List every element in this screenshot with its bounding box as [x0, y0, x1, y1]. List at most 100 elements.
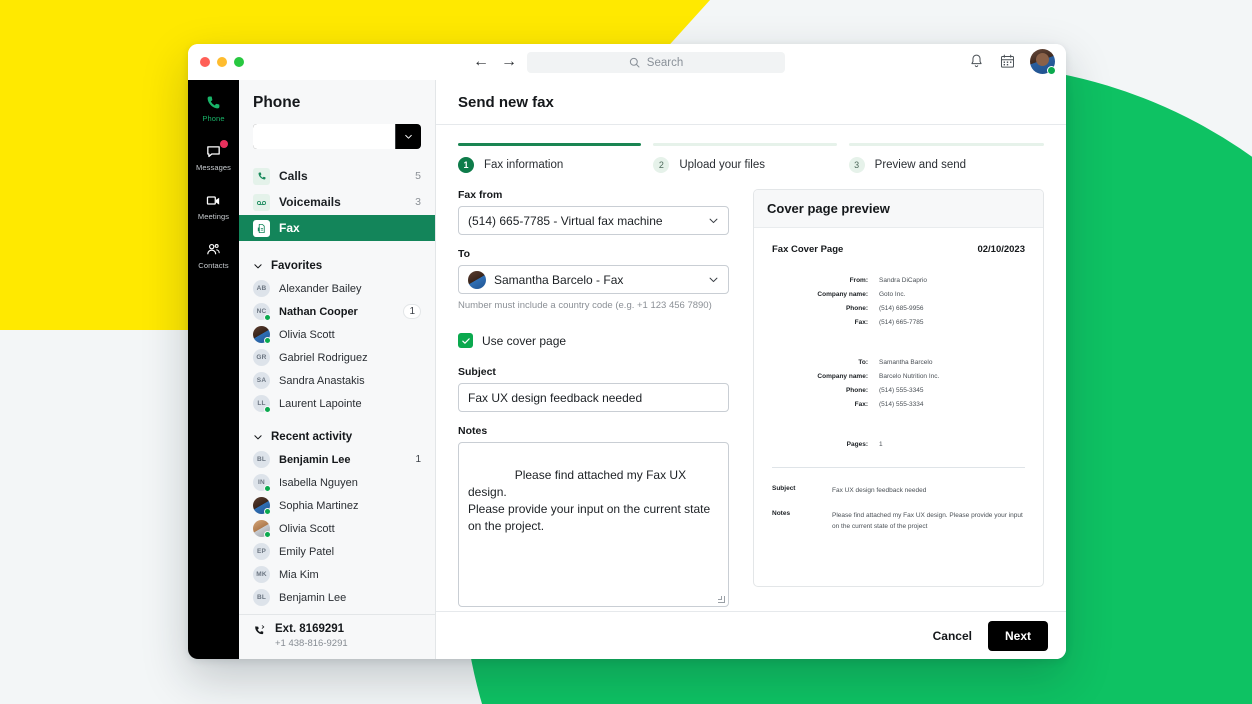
maximize-window-button[interactable]: [234, 57, 244, 67]
list-item[interactable]: Olivia Scott: [239, 517, 435, 540]
list-item[interactable]: Sophia Martinez: [239, 494, 435, 517]
video-icon: [205, 192, 222, 209]
phone-forward-icon: [253, 624, 266, 637]
extension-label: Ext. 8169291: [275, 623, 348, 635]
group-title-recent-activity: Recent activity: [271, 431, 352, 443]
list-item[interactable]: BL Benjamin Lee 1: [239, 448, 435, 471]
titlebar: ← → Search: [188, 44, 1066, 80]
avatar-initials: MK: [256, 571, 267, 578]
preview-key: Company name:: [772, 373, 868, 380]
preview-key: Phone:: [772, 305, 868, 312]
next-button[interactable]: Next: [988, 621, 1048, 651]
avatar[interactable]: [1030, 49, 1055, 74]
rail-label-messages: Messages: [196, 163, 231, 172]
list-item[interactable]: IN Isabella Nguyen: [239, 471, 435, 494]
list-item[interactable]: MK Mia Kim: [239, 563, 435, 586]
preview-subject-value: Fax UX design feedback needed: [832, 485, 1025, 496]
sidebar-item-fax[interactable]: Fax: [239, 215, 435, 241]
preview-value: Barcelo Nutrition Inc.: [879, 373, 1025, 380]
rail-label-meetings: Meetings: [198, 212, 229, 221]
main-panel: Send new fax 1 Fax information 2: [436, 80, 1066, 659]
list-item[interactable]: EP Emily Patel: [239, 540, 435, 563]
arrow-right-icon[interactable]: →: [501, 53, 517, 71]
contact-name: Gabriel Rodriguez: [279, 352, 368, 364]
preview-notes-key: Notes: [772, 510, 824, 532]
preview-doc-head: Fax Cover Page 02/10/2023: [772, 244, 1025, 255]
close-window-button[interactable]: [200, 57, 210, 67]
step-1-bar: [458, 143, 641, 146]
use-cover-page-checkbox[interactable]: [458, 333, 473, 348]
window-controls[interactable]: [200, 57, 244, 67]
sidebar-count-voicemails: 3: [415, 196, 421, 208]
rail-item-messages[interactable]: Messages: [188, 143, 239, 172]
contacts-scroll-area[interactable]: Favorites AB Alexander Bailey NC Nathan …: [239, 247, 435, 614]
preview-value: (514) 555-3345: [879, 387, 1025, 394]
preview-body: Fax Cover Page 02/10/2023 From: Sandra D…: [754, 228, 1043, 586]
contact-name: Olivia Scott: [279, 523, 335, 535]
contact-name: Isabella Nguyen: [279, 477, 358, 489]
preview-card: Cover page preview Fax Cover Page 02/10/…: [753, 189, 1044, 587]
sidebar-item-voicemails[interactable]: Voicemails 3: [239, 189, 435, 215]
preview-key: From:: [772, 277, 868, 284]
sidebar-item-calls[interactable]: Calls 5: [239, 163, 435, 189]
contact-name: Nathan Cooper: [279, 306, 358, 318]
fax-from-select[interactable]: (514) 665-7785 - Virtual fax machine: [458, 206, 729, 235]
to-select[interactable]: Samantha Barcelo - Fax: [458, 265, 729, 294]
to-helper-text: Number must include a country code (e.g.…: [458, 300, 729, 311]
sidebar-title: Phone: [239, 80, 435, 124]
avatar: SA: [253, 372, 270, 389]
subject-input[interactable]: Fax UX design feedback needed: [458, 383, 729, 412]
extension-footer[interactable]: Ext. 8169291 +1 438-816-9291: [239, 614, 435, 659]
step-1[interactable]: 1 Fax information: [458, 143, 653, 173]
avatar-initials: BL: [257, 456, 266, 463]
dial-dropdown-button[interactable]: [395, 124, 421, 149]
step-2-bar: [653, 143, 836, 146]
avatar-initials: BL: [257, 594, 266, 601]
preview-subject-key: Subject: [772, 485, 824, 496]
list-item[interactable]: GR Gabriel Rodriguez: [239, 346, 435, 369]
chevron-down-icon: [404, 132, 413, 141]
preview-divider: [772, 467, 1025, 468]
cancel-button[interactable]: Cancel: [933, 629, 972, 643]
nav-arrows[interactable]: ← →: [473, 53, 517, 71]
resize-handle-icon[interactable]: [718, 596, 725, 603]
check-icon: [461, 336, 471, 346]
list-item[interactable]: AB Alexander Bailey: [239, 277, 435, 300]
rail-item-meetings[interactable]: Meetings: [188, 192, 239, 221]
dial-button[interactable]: Dial: [253, 124, 421, 149]
group-header-recent-activity[interactable]: Recent activity: [239, 424, 435, 448]
step-3-label: Preview and send: [875, 159, 966, 171]
bell-icon[interactable]: [968, 53, 985, 70]
fax-icon: [253, 220, 270, 237]
use-cover-page-row[interactable]: Use cover page: [458, 333, 729, 348]
rail-item-phone[interactable]: Phone: [188, 94, 239, 123]
dial-button-main[interactable]: Dial: [253, 124, 395, 149]
notes-textarea[interactable]: Please find attached my Fax UX design. P…: [458, 442, 729, 607]
presence-indicator: [264, 485, 271, 492]
group-header-favorites[interactable]: Favorites: [239, 253, 435, 277]
calendar-icon[interactable]: [999, 53, 1016, 70]
minimize-window-button[interactable]: [217, 57, 227, 67]
avatar-initials: EP: [257, 548, 266, 555]
list-item[interactable]: BL Benjamin Lee: [239, 586, 435, 609]
avatar: LL: [253, 395, 270, 412]
search-input[interactable]: Search: [527, 52, 785, 73]
list-item[interactable]: LL Laurent Lapointe: [239, 392, 435, 415]
presence-indicator: [264, 531, 271, 538]
list-item[interactable]: Olivia Scott: [239, 323, 435, 346]
step-1-label: Fax information: [484, 159, 563, 171]
step-3[interactable]: 3 Preview and send: [849, 143, 1044, 173]
list-item[interactable]: NC Nathan Cooper 1: [239, 300, 435, 323]
dial-button-label: Dial: [313, 137, 334, 149]
arrow-left-icon[interactable]: ←: [473, 53, 489, 71]
preview-key: Pages:: [772, 441, 868, 448]
avatar: [468, 271, 486, 289]
list-item[interactable]: SA Sandra Anastakis: [239, 369, 435, 392]
avatar-initials: IN: [258, 479, 265, 486]
rail-item-contacts[interactable]: Contacts: [188, 241, 239, 270]
chevron-down-icon: [708, 215, 719, 226]
stepper: 1 Fax information 2 Upload your files: [458, 143, 1044, 173]
primary-nav-rail: Phone Messages Meetings: [188, 80, 239, 659]
step-2[interactable]: 2 Upload your files: [653, 143, 848, 173]
avatar: [253, 326, 270, 343]
